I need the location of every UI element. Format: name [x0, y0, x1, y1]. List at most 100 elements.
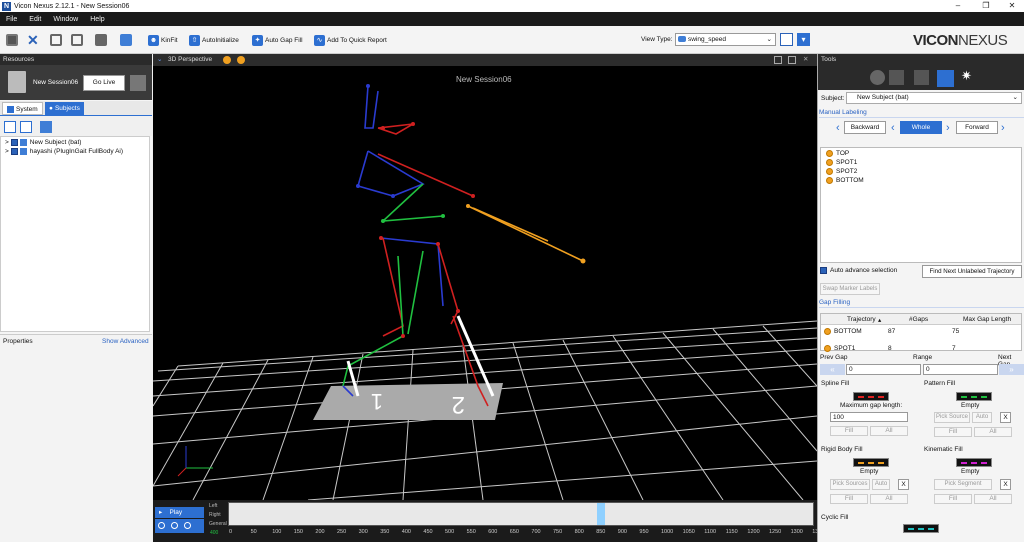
- rigid-fill-button[interactable]: Fill: [830, 494, 868, 504]
- event-tracks[interactable]: [228, 502, 814, 526]
- marker-item[interactable]: SPOT1: [826, 159, 857, 166]
- manual-labeling-section[interactable]: Manual Labeling: [819, 109, 1024, 118]
- close-view-icon[interactable]: ✕: [803, 54, 808, 66]
- kinematic-fill-button[interactable]: Fill: [934, 494, 972, 504]
- camera-icon[interactable]: [223, 56, 231, 64]
- marker-item[interactable]: TOP: [826, 150, 849, 157]
- autoinitialize-button[interactable]: ⇧ AutoInitialize: [189, 34, 239, 46]
- maximize-button[interactable]: ❐: [973, 0, 999, 12]
- auto-advance-checkbox[interactable]: Auto advance selection: [820, 267, 897, 274]
- menu-edit[interactable]: Edit: [29, 16, 41, 23]
- pattern-fill-button[interactable]: Fill: [934, 427, 972, 437]
- tool-tab-pipeline-icon[interactable]: [870, 70, 885, 85]
- pick-source-button[interactable]: Pick Source: [934, 412, 970, 423]
- step-forward-icon[interactable]: [184, 522, 191, 529]
- view-type-select[interactable]: swing_speed ⌄: [675, 33, 776, 46]
- tree-item-subject-0[interactable]: > New Subject (bat): [5, 139, 81, 146]
- kinematic-clear-button[interactable]: X: [1000, 479, 1011, 490]
- tool-tab-label-icon[interactable]: [937, 70, 954, 87]
- pick-segment-button[interactable]: Pick Segment: [934, 479, 992, 490]
- save-icon[interactable]: [6, 34, 18, 46]
- pipeline-icon[interactable]: [95, 34, 107, 46]
- tab-subjects[interactable]: ● Subjects: [45, 102, 84, 115]
- forward-button[interactable]: Forward: [956, 121, 998, 134]
- backward-button[interactable]: Backward: [844, 121, 886, 134]
- table-row[interactable]: SPOT1 8 7: [821, 343, 1016, 352]
- chevron-left-icon[interactable]: ‹: [891, 122, 895, 134]
- show-advanced-link[interactable]: Show Advanced: [102, 338, 149, 345]
- close-button[interactable]: ✕: [999, 0, 1024, 12]
- subject-options-icon[interactable]: [40, 121, 52, 133]
- tool-tab-markers-icon[interactable]: [914, 70, 929, 85]
- minimize-button[interactable]: –: [945, 0, 971, 12]
- subject-checkbox[interactable]: [10, 148, 18, 155]
- tree-item-subject-1[interactable]: > hayashi (PlugInGait FullBody Ai): [5, 148, 123, 155]
- expand-icon[interactable]: >: [5, 148, 9, 155]
- reconstruct-icon[interactable]: [120, 34, 132, 46]
- load-subject-icon[interactable]: [20, 121, 32, 133]
- range-from-input[interactable]: 0: [846, 364, 921, 375]
- play-button[interactable]: ▸ Play: [155, 507, 204, 518]
- menu-file[interactable]: File: [6, 16, 17, 23]
- col-gaps[interactable]: #Gaps: [909, 316, 928, 323]
- current-frame-cursor[interactable]: [597, 503, 605, 525]
- marker-dot-icon: [826, 168, 833, 175]
- swap-marker-labels-button[interactable]: Swap Marker Labels: [820, 283, 880, 295]
- layout-split-icon[interactable]: [788, 56, 796, 64]
- viewport-title[interactable]: 3D Perspective: [168, 54, 212, 66]
- frame-ruler[interactable]: 0 50 100 150 200 250 300 350 400 450 500 550 600 650 7…: [229, 529, 821, 539]
- table-row[interactable]: BOTTOM 87 75: [821, 327, 1016, 337]
- rigid-fill-all-button[interactable]: All: [870, 494, 908, 504]
- max-gap-input[interactable]: 100: [830, 412, 908, 422]
- kinematic-fill-all-button[interactable]: All: [974, 494, 1012, 504]
- step-back-icon[interactable]: [158, 522, 165, 529]
- chevron-left-icon[interactable]: ‹: [836, 122, 840, 134]
- pattern-auto-button[interactable]: Auto: [972, 412, 992, 423]
- save-view-icon[interactable]: [780, 33, 793, 46]
- pattern-clear-button[interactable]: X: [1000, 412, 1011, 423]
- chevron-right-icon[interactable]: ›: [946, 122, 950, 134]
- layout-single-icon[interactable]: [774, 56, 782, 64]
- tab-system[interactable]: System: [2, 102, 43, 115]
- chevron-down-icon[interactable]: ⌄: [157, 54, 162, 66]
- subject-checkbox[interactable]: [10, 139, 18, 146]
- whole-button[interactable]: Whole: [900, 121, 942, 134]
- prev-gap-button[interactable]: «: [820, 364, 845, 375]
- expand-icon[interactable]: >: [5, 139, 9, 146]
- rigid-clear-button[interactable]: X: [898, 479, 909, 490]
- auto-gap-fill-button[interactable]: ✦ Auto Gap Fill: [252, 34, 303, 46]
- pause-icon[interactable]: [130, 75, 146, 91]
- marker-item[interactable]: SPOT2: [826, 168, 857, 175]
- find-next-unlabeled-button[interactable]: Find Next Unlabeled Trajectory: [922, 265, 1022, 278]
- col-trajectory[interactable]: Trajectory: [847, 316, 876, 323]
- go-live-button[interactable]: Go Live: [83, 75, 125, 91]
- view-options-icon[interactable]: ▾: [797, 33, 810, 46]
- col-max-gap[interactable]: Max Gap Length: [963, 316, 1011, 323]
- options-icon[interactable]: [237, 56, 245, 64]
- pick-sources-button[interactable]: Pick Sources: [830, 479, 870, 490]
- loop-icon[interactable]: [171, 522, 178, 529]
- kinfit-button[interactable]: ☻ KinFit: [148, 34, 178, 46]
- checkbox-checked[interactable]: [820, 267, 827, 274]
- subject-select[interactable]: New Subject (bat) ⌄: [846, 92, 1022, 104]
- add-quick-report-button[interactable]: ∿ Add To Quick Report: [314, 34, 387, 46]
- close-trial-icon[interactable]: ✕: [27, 33, 39, 47]
- marker-item[interactable]: BOTTOM: [826, 177, 864, 184]
- pattern-fill-all-button[interactable]: All: [974, 427, 1012, 437]
- 3d-viewport[interactable]: New Session06 1 2: [153, 66, 817, 500]
- spline-fill-button[interactable]: Fill: [830, 426, 868, 436]
- rigid-auto-button[interactable]: Auto: [872, 479, 890, 490]
- create-subject-icon[interactable]: [4, 121, 16, 133]
- chevron-right-icon[interactable]: ›: [1001, 122, 1005, 134]
- range-to-input[interactable]: 0: [923, 364, 998, 375]
- undo-icon[interactable]: [50, 34, 62, 46]
- gear-icon[interactable]: ✷: [961, 68, 972, 84]
- next-gap-button[interactable]: »: [999, 364, 1024, 375]
- menu-window[interactable]: Window: [53, 16, 78, 23]
- tool-tab-subject-icon[interactable]: [889, 70, 904, 85]
- redo-icon[interactable]: [71, 34, 83, 46]
- menu-help[interactable]: Help: [90, 16, 104, 23]
- gap-filling-section[interactable]: Gap Filling: [819, 299, 1024, 308]
- frame-tick-label: 350: [380, 529, 390, 535]
- spline-fill-all-button[interactable]: All: [870, 426, 908, 436]
